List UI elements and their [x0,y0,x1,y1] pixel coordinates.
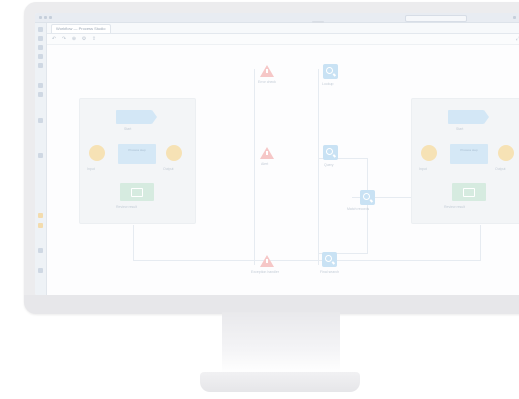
review-node[interactable] [452,183,486,201]
warning-node-icon[interactable] [260,147,274,159]
banner-label: Start [456,127,464,131]
diagram-canvas[interactable]: Start Process step Input Output Review r… [47,45,519,295]
connector-line [367,158,368,254]
process-box-node[interactable]: Process step [450,144,488,164]
search-input[interactable] [405,15,467,22]
search-node-label: Match records [347,207,370,211]
monitor-screen: Workflow — Process Studio ↶ ↷ ⊕ ⚙ ⇪ ⤢ ▦ [35,13,519,295]
review-label: Review result [444,205,466,209]
grid-icon[interactable] [38,118,43,123]
warning-node-label: Alert [261,162,269,166]
input-circle-node[interactable] [421,145,437,161]
process-box-node[interactable]: Process step [118,144,156,164]
share-icon[interactable]: ⇪ [91,36,97,42]
search-node-label: Query [324,163,334,167]
monitor-stand-neck [222,312,340,374]
search-node-icon[interactable] [360,190,375,205]
pan-tool-icon[interactable] [38,36,43,41]
connector-line [254,69,255,265]
zoom-icon[interactable]: ⊕ [71,36,77,42]
app-logo-icon [44,16,47,19]
left-swimlane[interactable]: Start Process step Input Output Review r… [79,98,196,224]
review-node[interactable] [120,183,154,201]
start-banner-node[interactable] [116,110,157,124]
collapse-icon[interactable] [38,268,43,273]
layers-icon[interactable] [38,83,43,88]
search-node-label: Lookup [322,82,334,86]
shape-tool-icon[interactable] [38,45,43,50]
tab-workflow[interactable]: Workflow — Process Studio [51,24,111,33]
settings-icon[interactable]: ⚙ [81,36,87,42]
toolbar: ↶ ↷ ⊕ ⚙ ⇪ ⤢ ▦ [47,34,519,45]
left-tool-rail [35,23,47,295]
connector-line [133,260,481,261]
right-swimlane[interactable]: Start Process step Input Output Review r… [411,98,519,224]
warning-node-icon[interactable] [260,255,274,267]
monitor-stand-base [200,372,360,392]
circle-label: Input [87,167,95,171]
star-tool-icon[interactable] [38,223,43,228]
search-node-icon[interactable] [323,145,338,160]
text-tool-icon[interactable] [38,63,43,68]
notifications-icon[interactable] [513,16,516,19]
search-node-icon[interactable] [322,252,337,267]
banner-label: Start [124,127,132,131]
undo-icon[interactable]: ↶ [51,36,57,42]
warning-node-label: Exception handler [251,270,280,274]
circle-label: Output [163,167,174,171]
warning-tool-icon[interactable] [38,213,43,218]
review-label: Review result [116,205,138,209]
warning-node-label: Error check [258,80,276,84]
connector-line [133,225,134,261]
comment-icon[interactable] [38,92,43,97]
settings-icon[interactable] [38,248,43,253]
title-bar [35,13,519,23]
connector-tool-icon[interactable] [38,54,43,59]
monitor-frame: Workflow — Process Studio ↶ ↷ ⊕ ⚙ ⇪ ⤢ ▦ [24,2,519,314]
warning-node-icon[interactable] [260,65,274,77]
app-menu-icon[interactable] [39,16,42,19]
tab-strip: Workflow — Process Studio [47,23,519,34]
input-circle-node[interactable] [89,145,105,161]
output-circle-node[interactable] [498,145,514,161]
redo-icon[interactable]: ↷ [61,36,67,42]
connector-line [318,69,319,265]
search-node-label: Final search [320,270,340,274]
circle-label: Input [419,167,427,171]
select-tool-icon[interactable] [38,27,43,32]
start-banner-node[interactable] [448,110,489,124]
search-node-icon[interactable] [323,64,338,79]
history-icon[interactable] [38,153,43,158]
output-circle-node[interactable] [166,145,182,161]
file-menu-icon[interactable] [49,16,52,19]
circle-label: Output [495,167,506,171]
connector-line [480,225,481,261]
fit-view-icon[interactable]: ⤢ [515,36,519,42]
